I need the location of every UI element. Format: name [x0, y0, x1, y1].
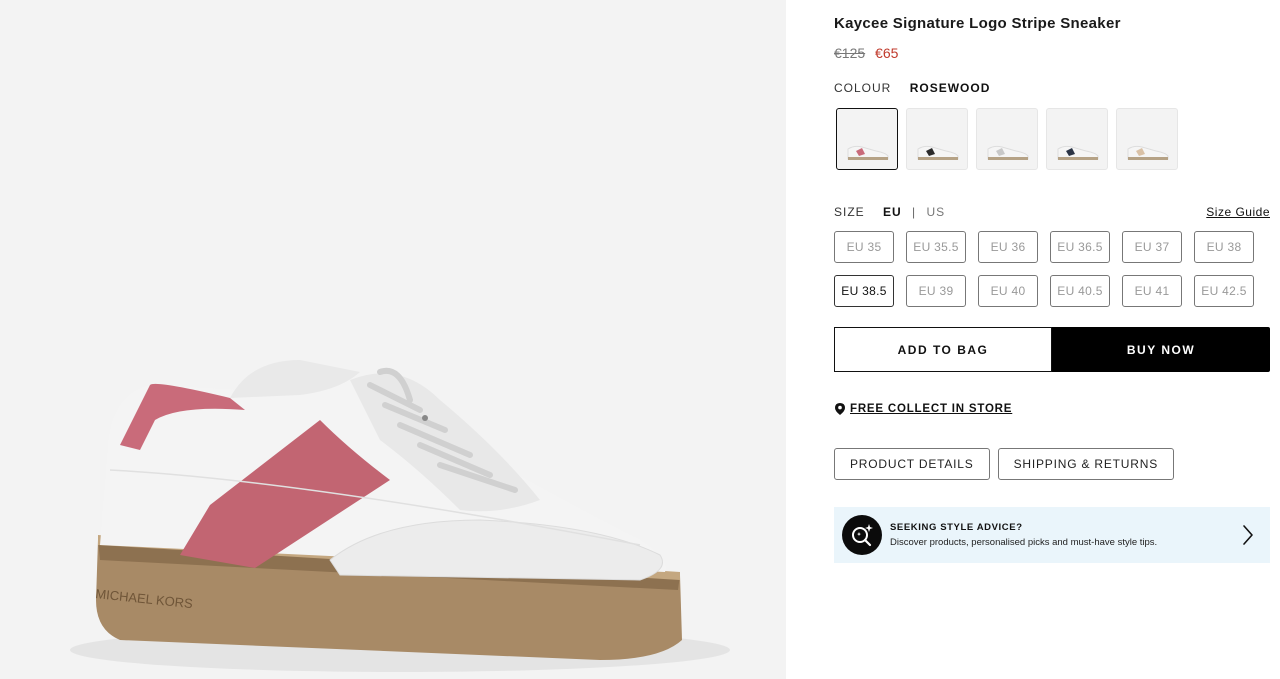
- colour-value: ROSEWOOD: [909, 81, 991, 95]
- purchase-actions: ADD TO BAG BUY NOW: [834, 327, 1270, 372]
- size-option-eu-35-5[interactable]: EU 35.5: [906, 231, 966, 263]
- swatch-shoe-icon: [917, 145, 959, 160]
- swatch-shoe-icon: [847, 145, 889, 160]
- size-option-eu-40-5[interactable]: EU 40.5: [1050, 275, 1110, 307]
- size-system-separator: |: [912, 205, 917, 219]
- size-option-eu-39[interactable]: EU 39: [906, 275, 966, 307]
- size-option-eu-36[interactable]: EU 36: [978, 231, 1038, 263]
- style-advice-text: SEEKING STYLE ADVICE? Discover products,…: [890, 522, 1157, 548]
- size-option-eu-36-5[interactable]: EU 36.5: [1050, 231, 1110, 263]
- size-option-eu-38-5[interactable]: EU 38.5: [834, 275, 894, 307]
- size-row: SIZE EU | US Size Guide: [834, 205, 1270, 219]
- product-image-pane[interactable]: MICHAEL KORS: [0, 0, 786, 679]
- product-image: MICHAEL KORS: [70, 360, 730, 672]
- collect-in-store-link[interactable]: FREE COLLECT IN STORE: [835, 403, 1012, 415]
- product-details-button[interactable]: PRODUCT DETAILS: [834, 448, 990, 480]
- collect-in-store-label: FREE COLLECT IN STORE: [850, 403, 1013, 415]
- size-option-eu-40[interactable]: EU 40: [978, 275, 1038, 307]
- size-option-eu-37[interactable]: EU 37: [1122, 231, 1182, 263]
- size-option-eu-41[interactable]: EU 41: [1122, 275, 1182, 307]
- colour-label: COLOUR: [834, 81, 892, 95]
- location-pin-icon: [835, 403, 845, 415]
- shipping-returns-button[interactable]: SHIPPING & RETURNS: [997, 448, 1174, 480]
- product-title: Kaycee Signature Logo Stripe Sneaker: [834, 15, 1121, 32]
- swatch-black[interactable]: [906, 108, 968, 170]
- swatch-shoe-icon: [1057, 145, 1099, 160]
- size-option-eu-42-5[interactable]: EU 42.5: [1194, 275, 1254, 307]
- chevron-right-icon: [1243, 525, 1253, 545]
- size-label: SIZE: [834, 205, 865, 219]
- search-sparkle-icon: [842, 515, 882, 555]
- buy-now-button[interactable]: BUY NOW: [1052, 327, 1270, 372]
- style-advice-banner[interactable]: SEEKING STYLE ADVICE? Discover products,…: [834, 507, 1270, 563]
- swatch-rosewood[interactable]: [836, 108, 898, 170]
- info-tabs: PRODUCT DETAILS SHIPPING & RETURNS: [834, 448, 1174, 480]
- size-option-eu-35[interactable]: EU 35: [834, 231, 894, 263]
- size-system-eu[interactable]: EU: [883, 205, 902, 219]
- colour-swatches: [836, 108, 1178, 170]
- size-grid: EU 35 EU 35.5 EU 36 EU 36.5 EU 37 EU 38 …: [834, 231, 1270, 307]
- product-details-panel: Kaycee Signature Logo Stripe Sneaker €12…: [834, 0, 1270, 679]
- swatch-shoe-icon: [987, 145, 1029, 160]
- original-price: €125: [834, 45, 866, 61]
- size-system-us[interactable]: US: [927, 205, 946, 219]
- size-guide-link[interactable]: Size Guide: [1206, 205, 1270, 219]
- swatch-shoe-icon: [1127, 145, 1169, 160]
- swatch-light-grey[interactable]: [976, 108, 1038, 170]
- colour-row: COLOUR ROSEWOOD: [834, 81, 990, 95]
- price-row: €125 €65: [834, 45, 898, 61]
- add-to-bag-button[interactable]: ADD TO BAG: [834, 327, 1052, 372]
- sale-price: €65: [875, 45, 899, 61]
- size-option-eu-38[interactable]: EU 38: [1194, 231, 1254, 263]
- swatch-beige[interactable]: [1116, 108, 1178, 170]
- style-advice-subtitle: Discover products, personalised picks an…: [890, 537, 1158, 548]
- style-advice-title: SEEKING STYLE ADVICE?: [890, 522, 1023, 533]
- swatch-navy[interactable]: [1046, 108, 1108, 170]
